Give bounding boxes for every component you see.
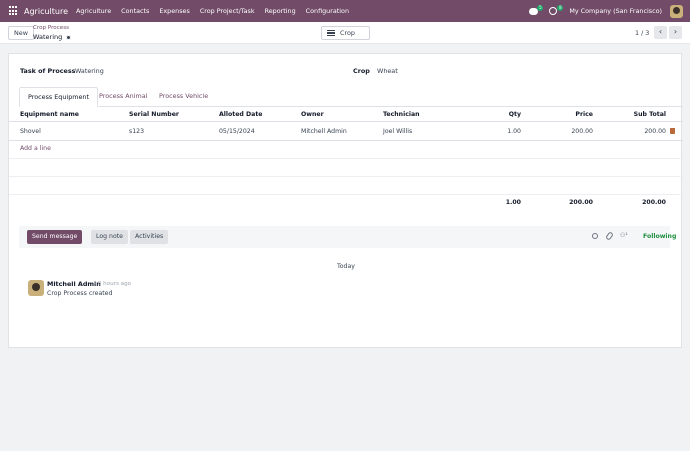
- form-sheet: Task of Process Watering Crop Wheat Proc…: [8, 53, 683, 348]
- list-icon: [327, 30, 335, 36]
- record-title-text: Watering: [33, 33, 63, 41]
- column-sub-total[interactable]: Sub Total: [634, 111, 666, 118]
- apps-menu-icon[interactable]: [9, 6, 19, 16]
- menu-configuration[interactable]: Configuration: [306, 7, 349, 15]
- cell-price: 200.00: [571, 128, 593, 135]
- tab-process-animal[interactable]: Process Animal: [91, 87, 155, 107]
- empty-row: [9, 159, 683, 177]
- empty-row: [9, 177, 683, 195]
- trash-icon[interactable]: [670, 128, 675, 134]
- totals-row: 1.00 200.00 200.00: [9, 194, 683, 216]
- message-body: Crop Process created: [47, 290, 113, 297]
- menu-expenses[interactable]: Expenses: [159, 7, 189, 15]
- gear-icon[interactable]: [66, 34, 72, 40]
- total-sub-total: 200.00: [642, 199, 666, 206]
- messages-button[interactable]: 5: [529, 5, 544, 16]
- task-label: Task of Process: [20, 67, 76, 75]
- chatter-toolbar: Send message Log note Activities ⚇¹ Foll…: [19, 226, 676, 248]
- cell-qty: 1.00: [507, 128, 521, 135]
- send-message-button[interactable]: Send message: [27, 230, 83, 244]
- cell-owner: Mitchell Admin: [301, 128, 347, 135]
- pager-value[interactable]: 1 / 3: [635, 29, 649, 37]
- messages-badge: 5: [537, 5, 544, 11]
- tab-process-equipment[interactable]: Process Equipment: [19, 87, 98, 107]
- activities-badge: 8: [557, 5, 564, 11]
- crop-field[interactable]: Wheat: [377, 67, 398, 75]
- menu-contacts[interactable]: Contacts: [121, 7, 149, 15]
- empty-row: [9, 141, 683, 159]
- menu-agriculture[interactable]: Agriculture: [76, 7, 111, 15]
- pager-previous-button[interactable]: ‹: [654, 26, 667, 39]
- new-button[interactable]: New: [8, 26, 34, 40]
- following-button[interactable]: Following: [643, 233, 676, 240]
- message-time: - 3 hours ago: [94, 281, 132, 287]
- crop-smart-button[interactable]: Crop: [321, 26, 370, 40]
- day-separator: Today: [337, 263, 355, 270]
- cell-technician: Joel Willis: [383, 128, 413, 135]
- cell-sub-total: 200.00: [644, 128, 666, 135]
- control-panel: New Crop Process Watering Crop 1 / 3 ‹ ›: [0, 22, 690, 44]
- table-row[interactable]: Shovel s123 05/15/2024 Mitchell Admin Jo…: [9, 122, 683, 141]
- menu-reporting[interactable]: Reporting: [265, 7, 296, 15]
- column-owner[interactable]: Owner: [301, 111, 324, 118]
- crop-label: Crop: [353, 67, 370, 75]
- column-alloted-date[interactable]: Alloted Date: [219, 111, 263, 118]
- total-qty: 1.00: [505, 199, 521, 206]
- paperclip-icon[interactable]: [605, 231, 614, 241]
- search-icon[interactable]: [592, 233, 598, 239]
- cell-serial-number: s123: [129, 128, 145, 135]
- clock-icon: [549, 7, 558, 15]
- log-note-button[interactable]: Log note: [91, 230, 128, 244]
- pager-next-button[interactable]: ›: [669, 26, 682, 39]
- column-price[interactable]: Price: [575, 111, 593, 118]
- cell-alloted-date: 05/15/2024: [219, 128, 255, 135]
- company-switcher[interactable]: My Company (San Francisco): [569, 7, 662, 15]
- followers-icon[interactable]: ⚇¹: [620, 232, 628, 240]
- message-avatar[interactable]: [28, 280, 44, 296]
- cell-equipment-name: Shovel: [20, 128, 41, 135]
- task-field[interactable]: Watering: [75, 67, 104, 75]
- tab-process-vehicle[interactable]: Process Vehicle: [151, 87, 216, 107]
- app-name[interactable]: Agriculture: [24, 7, 68, 16]
- breadcrumb[interactable]: Crop Process: [33, 25, 69, 31]
- total-price: 200.00: [569, 199, 593, 206]
- message-author[interactable]: Mitchell Admin: [47, 280, 101, 288]
- activities-button[interactable]: Activities: [130, 230, 169, 244]
- menu-crop-project-task[interactable]: Crop Project/Task: [200, 7, 255, 15]
- table-header: Equipment name Serial Number Alloted Dat…: [9, 107, 683, 122]
- column-serial-number[interactable]: Serial Number: [129, 111, 179, 118]
- crop-button-label: Crop: [340, 29, 355, 37]
- activities-button[interactable]: 8: [549, 5, 564, 16]
- column-equipment-name[interactable]: Equipment name: [20, 111, 79, 118]
- record-title: Watering: [33, 33, 72, 41]
- notebook-tabs: Process Equipment Process Animal Process…: [19, 87, 683, 107]
- top-navbar: Agriculture Agriculture Contacts Expense…: [0, 0, 690, 22]
- column-qty[interactable]: Qty: [509, 111, 521, 118]
- user-avatar[interactable]: [670, 4, 683, 18]
- column-technician[interactable]: Technician: [383, 111, 420, 118]
